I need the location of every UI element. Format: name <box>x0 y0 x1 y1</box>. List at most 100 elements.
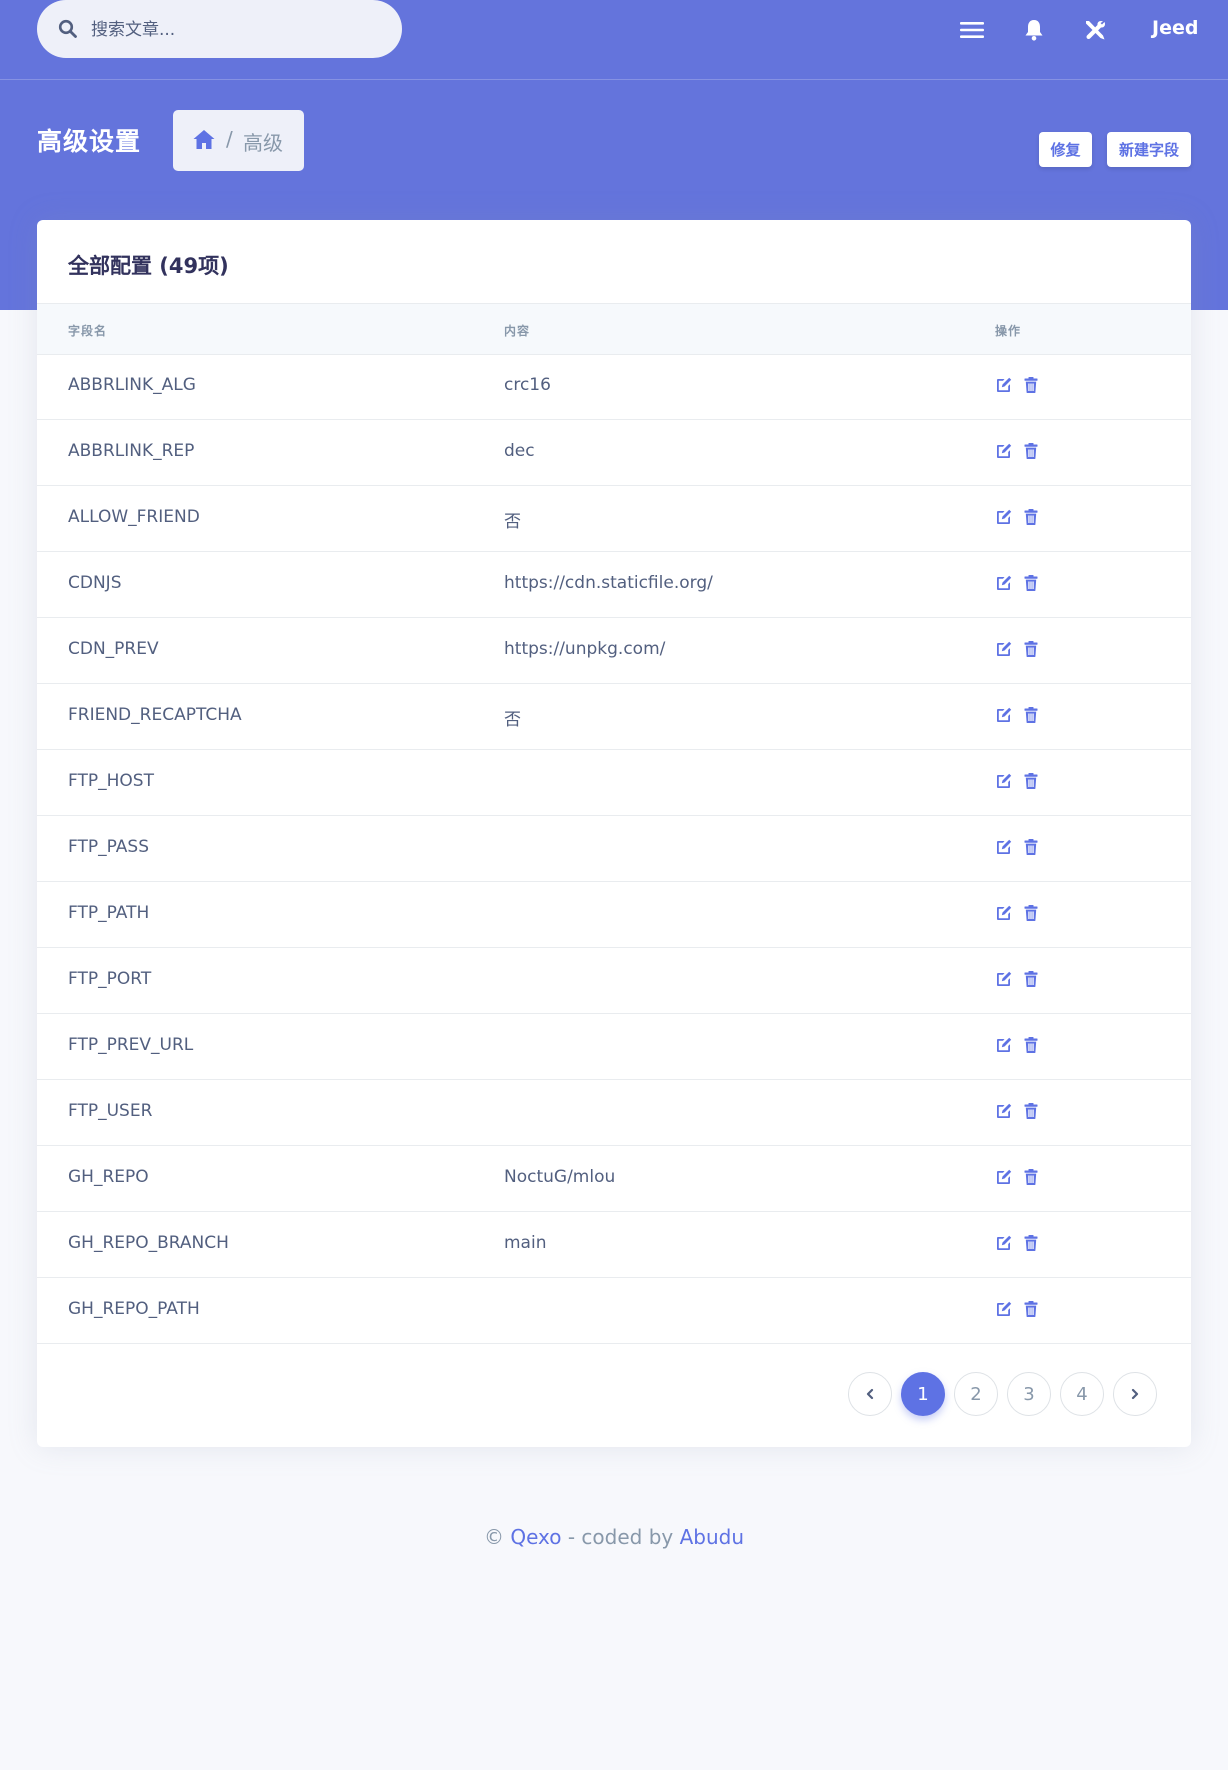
field-name: FTP_USER <box>68 1101 153 1121</box>
delete-icon[interactable] <box>1022 838 1040 856</box>
footer-copyright: © <box>483 1525 504 1549</box>
delete-icon[interactable] <box>1022 970 1040 988</box>
edit-icon[interactable] <box>995 508 1013 526</box>
home-icon[interactable] <box>192 129 216 150</box>
field-value: https://cdn.staticfile.org/ <box>504 573 713 593</box>
delete-icon[interactable] <box>1022 574 1040 592</box>
page-title: 高级设置 <box>37 127 142 156</box>
edit-icon[interactable] <box>995 838 1013 856</box>
field-name: ABBRLINK_ALG <box>68 375 196 395</box>
pagination-prev[interactable] <box>848 1372 892 1416</box>
bell-icon[interactable] <box>1021 18 1047 42</box>
field-name: ALLOW_FRIEND <box>68 507 200 527</box>
field-name: GH_REPO <box>68 1167 149 1187</box>
edit-icon[interactable] <box>995 772 1013 790</box>
table-row: FTP_PREV_URL <box>37 1014 1191 1080</box>
footer: © Qexo - coded by Abudu <box>0 1525 1228 1549</box>
footer-brand-link[interactable]: Qexo <box>510 1525 561 1549</box>
config-card: 全部配置 (49项) 字段名 内容 操作 ABBRLINK_ALG crc16 AB… <box>37 220 1191 1447</box>
edit-icon[interactable] <box>995 970 1013 988</box>
field-value: 否 <box>504 512 521 532</box>
column-header-actions: 操作 <box>995 324 1022 338</box>
search-input[interactable] <box>89 12 383 48</box>
delete-icon[interactable] <box>1022 1102 1040 1120</box>
field-value: 否 <box>504 710 521 730</box>
table-row: FTP_HOST <box>37 750 1191 816</box>
field-name: FTP_PASS <box>68 837 149 857</box>
table-row: FTP_PATH <box>37 882 1191 948</box>
footer-coded-by: - coded by <box>567 1525 674 1549</box>
tools-icon[interactable] <box>1082 18 1108 42</box>
new-field-button[interactable]: 新建字段 <box>1107 132 1191 167</box>
card-title: 全部配置 (49项) <box>68 254 229 278</box>
search-icon <box>58 19 77 38</box>
table-row: FRIEND_RECAPTCHA 否 <box>37 684 1191 750</box>
edit-icon[interactable] <box>995 640 1013 658</box>
breadcrumb-current: 高级 <box>243 131 283 155</box>
table-row: ALLOW_FRIEND 否 <box>37 486 1191 552</box>
field-value: NoctuG/mlou <box>504 1167 616 1187</box>
field-name: ABBRLINK_REP <box>68 441 195 461</box>
field-name: CDNJS <box>68 573 122 593</box>
pagination-page-4[interactable]: 4 <box>1060 1372 1104 1416</box>
chevron-right-icon <box>1131 1388 1139 1400</box>
table-row: CDNJS https://cdn.staticfile.org/ <box>37 552 1191 618</box>
field-value: main <box>504 1233 547 1253</box>
field-value: dec <box>504 441 535 461</box>
pagination-page-2[interactable]: 2 <box>954 1372 998 1416</box>
edit-icon[interactable] <box>995 1036 1013 1054</box>
table-row: CDN_PREV https://unpkg.com/ <box>37 618 1191 684</box>
field-name: FRIEND_RECAPTCHA <box>68 705 242 725</box>
table-row: GH_REPO_BRANCH main <box>37 1212 1191 1278</box>
repair-button[interactable]: 修复 <box>1039 132 1092 167</box>
field-name: FTP_HOST <box>68 771 154 791</box>
pagination-page-1[interactable]: 1 <box>901 1372 945 1416</box>
delete-icon[interactable] <box>1022 640 1040 658</box>
menu-icon[interactable] <box>959 18 985 42</box>
table-row: FTP_PASS <box>37 816 1191 882</box>
top-navbar: Jeed <box>0 0 1228 80</box>
chevron-left-icon <box>866 1388 874 1400</box>
edit-icon[interactable] <box>995 376 1013 394</box>
delete-icon[interactable] <box>1022 508 1040 526</box>
breadcrumb: / 高级 <box>173 110 304 171</box>
edit-icon[interactable] <box>995 1102 1013 1120</box>
delete-icon[interactable] <box>1022 904 1040 922</box>
edit-icon[interactable] <box>995 442 1013 460</box>
table-row: ABBRLINK_REP dec <box>37 420 1191 486</box>
table-row: GH_REPO NoctuG/mlou <box>37 1146 1191 1212</box>
delete-icon[interactable] <box>1022 442 1040 460</box>
delete-icon[interactable] <box>1022 1234 1040 1252</box>
delete-icon[interactable] <box>1022 1036 1040 1054</box>
field-name: FTP_PREV_URL <box>68 1035 194 1055</box>
field-value: https://unpkg.com/ <box>504 639 666 659</box>
edit-icon[interactable] <box>995 1234 1013 1252</box>
field-value: crc16 <box>504 375 551 395</box>
delete-icon[interactable] <box>1022 376 1040 394</box>
edit-icon[interactable] <box>995 904 1013 922</box>
delete-icon[interactable] <box>1022 1168 1040 1186</box>
edit-icon[interactable] <box>995 574 1013 592</box>
table-header: 字段名 内容 操作 <box>37 303 1191 355</box>
edit-icon[interactable] <box>995 1168 1013 1186</box>
footer-author-link[interactable]: Abudu <box>680 1525 744 1549</box>
search-box <box>37 0 402 58</box>
field-name: FTP_PATH <box>68 903 150 923</box>
table-row: ABBRLINK_ALG crc16 <box>37 354 1191 420</box>
table-row: FTP_PORT <box>37 948 1191 1014</box>
delete-icon[interactable] <box>1022 1300 1040 1318</box>
delete-icon[interactable] <box>1022 772 1040 790</box>
column-header-content: 内容 <box>504 324 531 338</box>
table-row: GH_REPO_PATH <box>37 1278 1191 1344</box>
field-name: GH_REPO_PATH <box>68 1299 200 1319</box>
delete-icon[interactable] <box>1022 706 1040 724</box>
edit-icon[interactable] <box>995 1300 1013 1318</box>
breadcrumb-separator: / <box>226 127 233 151</box>
column-header-name: 字段名 <box>68 324 108 338</box>
field-name: GH_REPO_BRANCH <box>68 1233 229 1253</box>
user-name[interactable]: Jeed <box>1152 17 1198 43</box>
edit-icon[interactable] <box>995 706 1013 724</box>
pagination-next[interactable] <box>1113 1372 1157 1416</box>
pagination-page-3[interactable]: 3 <box>1007 1372 1051 1416</box>
field-name: FTP_PORT <box>68 969 152 989</box>
